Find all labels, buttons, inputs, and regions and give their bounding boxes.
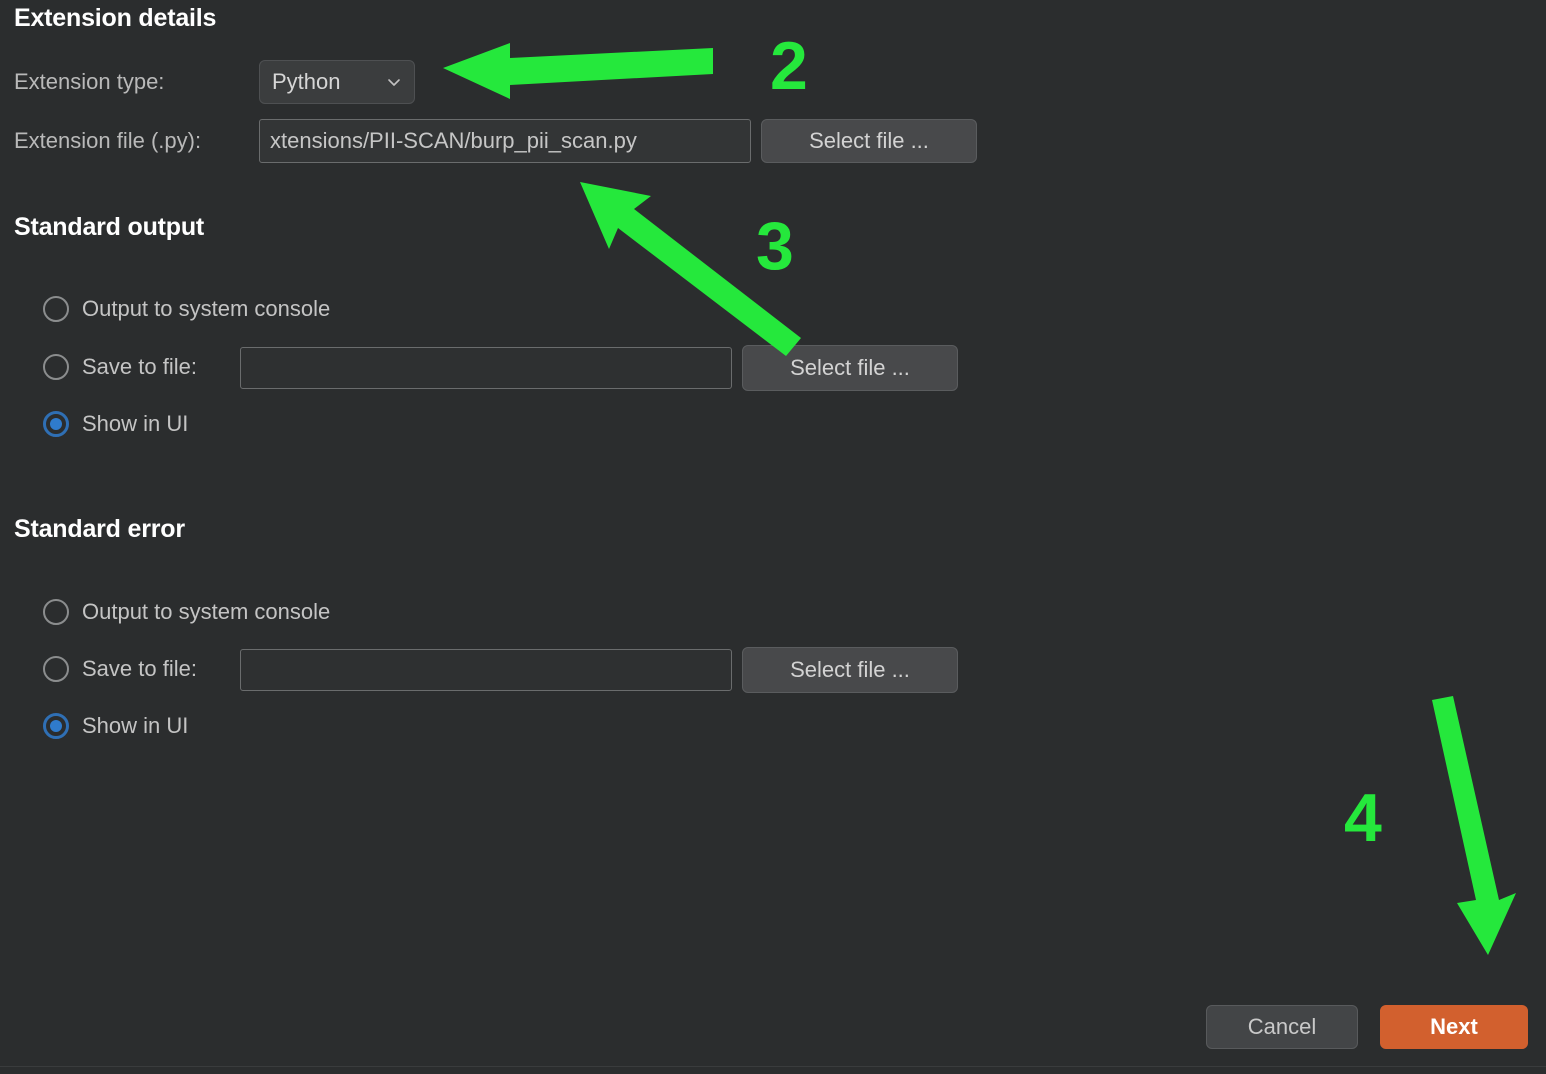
extension-file-label: Extension file (.py): [14,128,202,153]
stderr-option-system-console[interactable]: Output to system console [43,599,330,625]
stdout-option-show-in-ui[interactable]: Show in UI [43,411,188,437]
arrow-to-extension-file-icon [580,182,801,356]
radio-icon-selected [43,713,69,739]
stdout-option-system-console-label: Output to system console [82,296,331,321]
radio-icon-selected [43,411,69,437]
stderr-option-save-to-file[interactable]: Save to file: [43,656,197,682]
radio-icon [43,296,69,322]
radio-icon [43,656,69,682]
arrow-to-next-button-icon [1432,696,1516,955]
footer-divider [0,1066,1546,1067]
extension-type-selected-value: Python [272,69,341,94]
select-stderr-file-button[interactable]: Select file ... [742,647,958,693]
select-extension-file-button[interactable]: Select file ... [761,119,977,163]
annotation-number-4: 4 [1344,780,1382,856]
arrow-to-extension-type-icon [443,43,713,99]
annotation-number-3: 3 [756,208,794,284]
extension-type-select[interactable]: Python [259,60,415,104]
radio-icon [43,354,69,380]
annotation-number-2: 2 [770,28,808,104]
select-stdout-file-button[interactable]: Select file ... [742,345,958,391]
stderr-option-show-in-ui[interactable]: Show in UI [43,713,188,739]
stderr-option-show-in-ui-label: Show in UI [82,713,189,738]
extension-type-label: Extension type: [14,69,165,94]
extension-wizard-dialog: Extension details Extension type: Python… [0,0,1546,1074]
radio-icon [43,599,69,625]
section-heading-extension-details: Extension details [14,4,217,32]
stdout-option-show-in-ui-label: Show in UI [82,411,189,436]
chevron-down-icon [386,74,402,90]
stderr-option-save-to-file-label: Save to file: [82,656,197,681]
section-heading-standard-error: Standard error [14,515,185,543]
cancel-button[interactable]: Cancel [1206,1005,1358,1049]
stdout-option-system-console[interactable]: Output to system console [43,296,330,322]
stderr-file-input[interactable] [240,649,732,691]
next-button[interactable]: Next [1380,1005,1528,1049]
section-heading-standard-output: Standard output [14,213,205,241]
stdout-option-save-to-file-label: Save to file: [82,354,197,379]
stdout-file-input[interactable] [240,347,732,389]
stdout-option-save-to-file[interactable]: Save to file: [43,354,197,380]
stderr-option-system-console-label: Output to system console [82,599,331,624]
extension-file-input[interactable]: xtensions/PII-SCAN/burp_pii_scan.py [259,119,751,163]
